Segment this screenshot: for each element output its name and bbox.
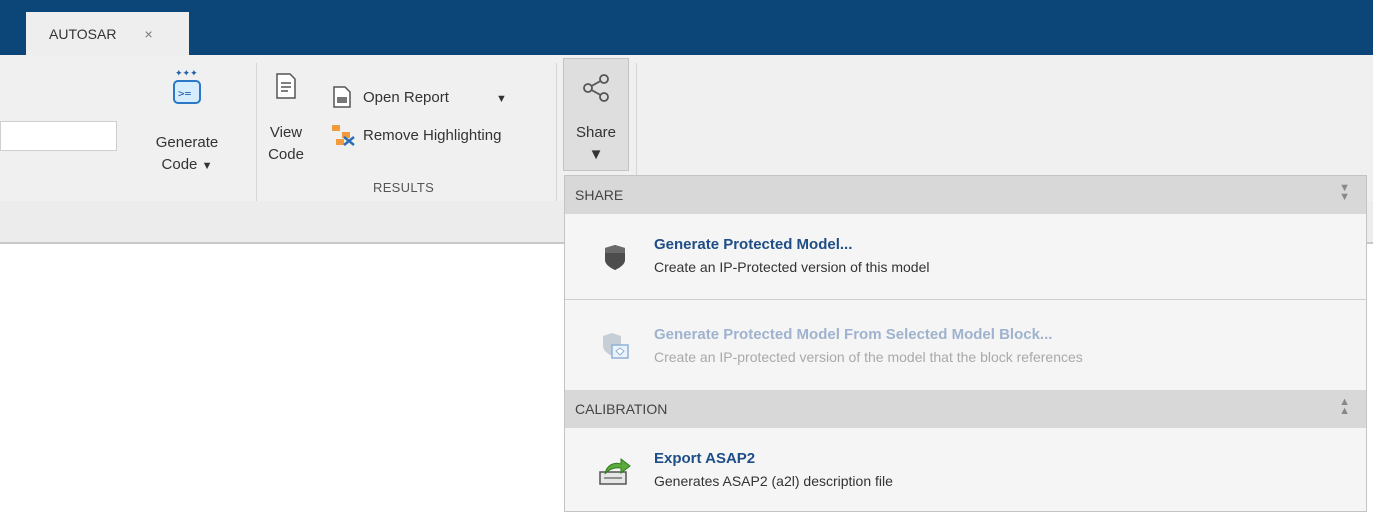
view-code-label: View [269, 124, 303, 141]
generate-code-button[interactable]: ✦✦✦ >= Generate Code ▼ [138, 67, 236, 177]
item-title: Generate Protected Model... [654, 236, 853, 253]
tab-autosar[interactable]: AUTOSAR × [26, 12, 189, 55]
svg-text:>=: >= [178, 87, 192, 100]
share-section-header[interactable]: SHARE ▼ ▼ [565, 176, 1366, 214]
view-code-label-2: Code [268, 146, 304, 163]
results-group-label: RESULTS [373, 180, 435, 195]
close-icon[interactable]: × [144, 26, 152, 42]
chevron-down-icon[interactable]: ▼ [496, 89, 507, 109]
title-bar: AUTOSAR × [0, 0, 1373, 55]
open-report-button[interactable]: Open Report ▼ [326, 85, 516, 111]
view-code-icon [276, 73, 296, 99]
share-gallery-panel: SHARE ▼ ▼ Generate Protected Model... Cre… [564, 175, 1367, 512]
generate-protected-model-item[interactable]: Generate Protected Model... Create an IP… [565, 214, 1366, 298]
item-title: Export ASAP2 [654, 450, 756, 467]
export-icon [599, 457, 631, 485]
generate-code-label-2: Code [161, 156, 198, 173]
chevron-down-icon: ▼ [588, 146, 604, 163]
svg-text:✦✦✦: ✦✦✦ [175, 69, 198, 79]
share-label: Share [575, 124, 617, 141]
ribbon-separator [556, 63, 557, 201]
divider [565, 299, 1366, 300]
generate-code-icon: ✦✦✦ >= [173, 69, 201, 104]
expand-icon[interactable]: ▲ ▲ [1339, 397, 1350, 417]
shield-icon [605, 245, 625, 270]
calibration-section-title: CALIBRATION [575, 401, 668, 417]
chevron-down-icon: ▼ [201, 160, 213, 172]
remove-highlighting-button[interactable]: Remove Highlighting [326, 123, 550, 149]
remove-highlighting-label: Remove Highlighting [363, 127, 502, 144]
share-button[interactable]: Share ▼ [563, 58, 629, 171]
share-section-title: SHARE [575, 187, 624, 203]
export-asap2-item[interactable]: Export ASAP2 Generates ASAP2 (a2l) descr… [565, 428, 1366, 512]
ribbon-text-field[interactable] [0, 121, 117, 151]
item-description: Create an IP-Protected version of this m… [654, 259, 930, 275]
shield-block-icon [603, 333, 629, 359]
tab-autosar-label: AUTOSAR [49, 25, 117, 42]
item-title: Generate Protected Model From Selected M… [654, 326, 1053, 343]
collapse-icon[interactable]: ▼ ▼ [1339, 183, 1350, 203]
generate-code-label: Generate [155, 134, 219, 151]
open-report-label: Open Report [363, 89, 449, 106]
ribbon-separator [256, 63, 257, 201]
report-icon [333, 86, 351, 108]
share-icon [583, 74, 609, 102]
item-description: Create an IP-protected version of the mo… [654, 349, 1083, 365]
remove-highlighting-icon [332, 125, 355, 146]
calibration-section-header[interactable]: CALIBRATION ▲ ▲ [565, 390, 1366, 428]
generate-protected-model-from-block-item[interactable]: Generate Protected Model From Selected M… [565, 304, 1366, 388]
view-code-button[interactable]: View Code [266, 70, 306, 170]
item-description: Generates ASAP2 (a2l) description file [654, 473, 893, 489]
